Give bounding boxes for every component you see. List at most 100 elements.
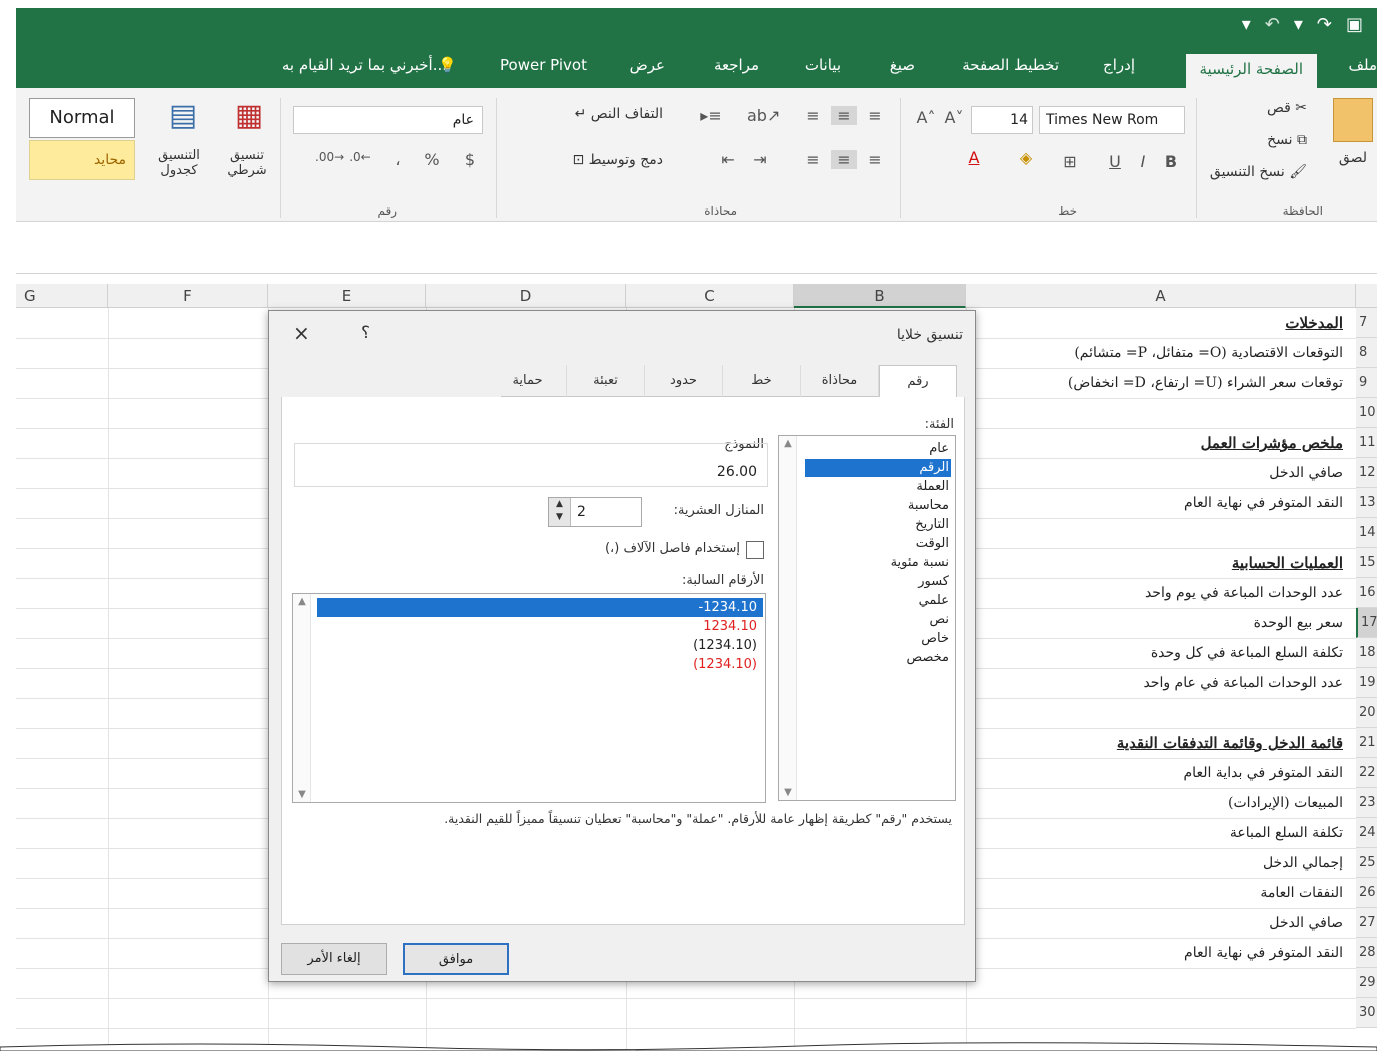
- category-item[interactable]: نسبة مئوية: [805, 554, 951, 572]
- column-header-f[interactable]: F: [108, 284, 268, 308]
- cut-button[interactable]: قص ✂: [1267, 100, 1307, 116]
- row-header[interactable]: 10: [1356, 398, 1377, 428]
- row-header[interactable]: 22: [1356, 758, 1377, 788]
- cell-a[interactable]: النقد المتوفر في بداية العام: [963, 758, 1343, 788]
- category-item[interactable]: العملة: [805, 478, 951, 496]
- help-icon[interactable]: ؟: [361, 323, 370, 343]
- cell-a[interactable]: ملخص مؤشرات العمل: [963, 428, 1343, 458]
- bold-button[interactable]: B: [1161, 152, 1181, 171]
- number-format-select[interactable]: عام: [293, 106, 483, 134]
- align-left-icon[interactable]: ≡: [801, 150, 825, 169]
- cell-a[interactable]: صافي الدخل: [963, 908, 1343, 938]
- tab-insert[interactable]: إدراج: [1103, 56, 1135, 74]
- underline-button[interactable]: U: [1105, 152, 1125, 171]
- align-middle-icon[interactable]: ≡: [831, 106, 857, 125]
- column-header-a[interactable]: A: [966, 284, 1356, 308]
- currency-button[interactable]: $: [459, 150, 481, 169]
- tab-fill[interactable]: تعبئة: [567, 365, 645, 397]
- row-header[interactable]: 19: [1356, 668, 1377, 698]
- align-top-icon[interactable]: ≡: [863, 106, 887, 125]
- merge-center-button[interactable]: ⊡ دمج وتوسيط: [572, 152, 663, 168]
- category-item[interactable]: نص: [805, 611, 951, 629]
- category-item[interactable]: محاسبة: [805, 497, 951, 515]
- column-header-g[interactable]: G: [16, 284, 108, 308]
- style-normal[interactable]: Normal: [29, 98, 135, 138]
- row-header[interactable]: 11: [1356, 428, 1377, 458]
- column-header-e[interactable]: E: [268, 284, 426, 308]
- cell-a[interactable]: صافي الدخل: [963, 458, 1343, 488]
- cell-a[interactable]: تكلفة السلع المباعة في كل وحدة: [963, 638, 1343, 668]
- paste-icon[interactable]: [1333, 98, 1373, 142]
- increase-indent-icon[interactable]: ⇥: [747, 150, 773, 169]
- dropdown-icon[interactable]: ▾: [1294, 14, 1303, 35]
- cell-a[interactable]: [963, 968, 1343, 998]
- category-item[interactable]: مخصص: [805, 649, 951, 667]
- row-header[interactable]: 25: [1356, 848, 1377, 878]
- tab-font[interactable]: خط: [723, 365, 801, 397]
- tab-review[interactable]: مراجعة: [714, 56, 759, 74]
- row-header[interactable]: 26: [1356, 878, 1377, 908]
- row-header[interactable]: 17: [1356, 608, 1377, 638]
- row-header[interactable]: 28: [1356, 938, 1377, 968]
- conditional-format-icon[interactable]: ▦: [227, 98, 271, 142]
- tab-view[interactable]: عرض: [630, 56, 665, 74]
- tab-page-layout[interactable]: تخطيط الصفحة: [962, 56, 1059, 74]
- cell-a[interactable]: قائمة الدخل وقائمة التدفقات النقدية: [963, 728, 1343, 758]
- paste-button[interactable]: لصق: [1339, 150, 1367, 166]
- scroll-up-icon[interactable]: ▲: [293, 596, 311, 607]
- tab-border[interactable]: حدود: [645, 365, 723, 397]
- increase-decimal-icon[interactable]: .0←: [347, 150, 373, 164]
- row-header[interactable]: 16: [1356, 578, 1377, 608]
- customize-qat-icon[interactable]: ▾: [1242, 14, 1251, 35]
- row-header[interactable]: 27: [1356, 908, 1377, 938]
- row-header[interactable]: 30: [1356, 998, 1377, 1028]
- orientation-icon[interactable]: ab↗: [747, 106, 780, 125]
- decimal-spinner[interactable]: ▲ ▼: [549, 498, 571, 526]
- category-scrollbar[interactable]: ▲ ▼: [779, 436, 797, 800]
- tab-alignment[interactable]: محاذاة: [801, 365, 879, 397]
- cancel-button[interactable]: إلغاء الأمر: [281, 943, 387, 975]
- save-icon[interactable]: ▣: [1346, 14, 1363, 35]
- align-center-icon[interactable]: ≡: [831, 150, 857, 169]
- column-header-c[interactable]: C: [626, 284, 794, 308]
- row-header[interactable]: 12: [1356, 458, 1377, 488]
- category-item[interactable]: علمي: [805, 592, 951, 610]
- tab-protection[interactable]: حماية: [489, 365, 567, 397]
- category-item[interactable]: عام: [805, 440, 951, 458]
- formula-bar[interactable]: [16, 222, 1377, 274]
- row-header[interactable]: 20: [1356, 698, 1377, 728]
- increase-font-icon[interactable]: A˄: [915, 108, 937, 127]
- comma-button[interactable]: ،: [389, 150, 407, 169]
- column-header-d[interactable]: D: [426, 284, 626, 308]
- close-icon[interactable]: ×: [293, 321, 310, 345]
- row-header[interactable]: 23: [1356, 788, 1377, 818]
- borders-icon[interactable]: ⊞: [1059, 152, 1081, 171]
- font-name-select[interactable]: Times New Rom: [1039, 106, 1185, 134]
- tab-data[interactable]: بيانات: [805, 56, 841, 74]
- cell-a[interactable]: [963, 398, 1343, 428]
- cell-a[interactable]: النفقات العامة: [963, 878, 1343, 908]
- cell-a[interactable]: النقد المتوفر في نهاية العام: [963, 938, 1343, 968]
- cell-a[interactable]: إجمالي الدخل: [963, 848, 1343, 878]
- negative-format-item[interactable]: -1234.10: [317, 598, 763, 617]
- format-as-table-button[interactable]: التنسيق كجدول: [147, 148, 211, 178]
- align-bottom-icon[interactable]: ≡: [801, 106, 825, 125]
- row-header[interactable]: 14: [1356, 518, 1377, 548]
- row-header[interactable]: 29: [1356, 968, 1377, 998]
- font-color-icon[interactable]: A: [961, 148, 987, 167]
- cell-a[interactable]: المبيعات (الإيرادات): [963, 788, 1343, 818]
- cell-a[interactable]: النقد المتوفر في نهاية العام: [963, 488, 1343, 518]
- row-header[interactable]: 18: [1356, 638, 1377, 668]
- category-item[interactable]: الرقم: [805, 459, 951, 477]
- wrap-text-button[interactable]: ↵ التفاف النص: [575, 106, 663, 122]
- cell-a[interactable]: سعر بيع الوحدة: [963, 608, 1343, 638]
- style-neutral[interactable]: محايد: [29, 140, 135, 180]
- cell-a[interactable]: العمليات الحسابية: [963, 548, 1343, 578]
- percent-button[interactable]: %: [421, 150, 443, 169]
- category-item[interactable]: كسور: [805, 573, 951, 591]
- ok-button[interactable]: موافق: [403, 943, 509, 975]
- cell-a[interactable]: المدخلات: [963, 308, 1343, 338]
- category-item[interactable]: خاص: [805, 630, 951, 648]
- redo-icon[interactable]: ↷: [1317, 14, 1332, 35]
- tab-file[interactable]: ملف: [1348, 56, 1377, 74]
